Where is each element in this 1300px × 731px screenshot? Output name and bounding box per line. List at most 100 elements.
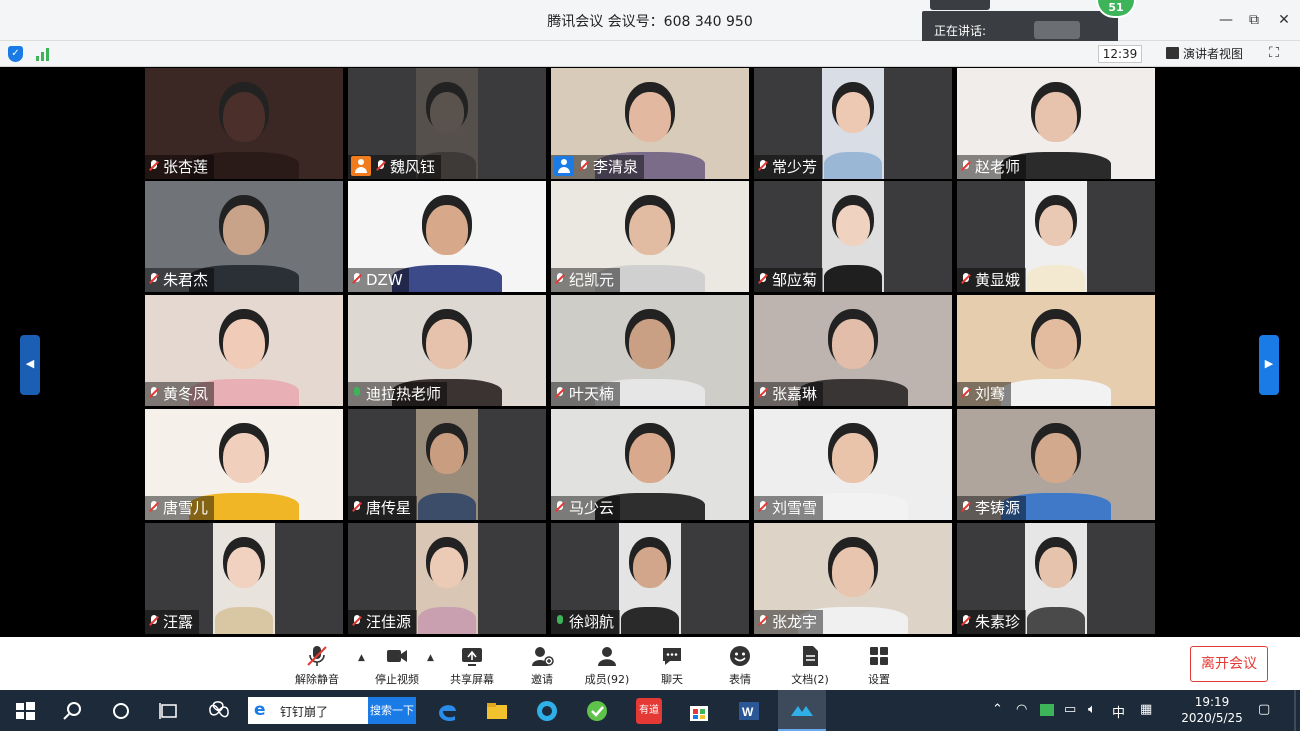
participant-video-tile[interactable]: 魏风钰 [348,68,546,179]
toolbar-mic-muted-button[interactable]: 解除静音 [287,644,347,687]
wifi-icon[interactable]: ◠ [1016,702,1027,717]
toolbar-video-camera-button[interactable]: 停止视频 [367,644,427,687]
participant-video-tile[interactable]: 汪露 [145,523,343,634]
speaker-view-button[interactable]: 演讲者视图 [1160,44,1249,64]
participant-face [632,547,668,588]
toolbar-emoji-button[interactable]: 表情 [710,644,770,687]
participant-video-tile[interactable]: 徐翊航 [551,523,749,634]
next-page-button[interactable]: ▶ [1259,335,1279,395]
taskbar-search-box[interactable]: e 钉钉崩了 搜索一下 [248,697,416,724]
taskbar-clock[interactable]: 19:19 2020/5/25 [1180,694,1244,726]
participant-name: 汪露 [163,613,194,631]
previous-page-button[interactable]: ◀ [20,335,40,395]
active-app-highlight[interactable] [778,690,826,731]
camera-feed [416,523,478,634]
tray-expand-icon[interactable]: ⌃ [992,702,1003,717]
participant-name: 李铸源 [975,499,1021,517]
participant-video-tile[interactable]: 唐雪儿 [145,409,343,520]
participant-video-tile[interactable]: 黄冬凤 [145,295,343,406]
leave-meeting-button[interactable]: 离开会议 [1190,646,1268,682]
participant-video-tile[interactable]: 刘骞 [957,295,1155,406]
minimize-button[interactable]: — [1216,10,1236,30]
participant-video-tile[interactable]: 张龙宇 [754,523,952,634]
participant-video-tile[interactable]: 马少云 [551,409,749,520]
youdao-app-icon[interactable]: 有道 [636,698,662,724]
participant-video-tile[interactable]: 朱素珍 [957,523,1155,634]
store-icon[interactable] [686,698,712,724]
participant-video-tile[interactable]: 张嘉琳 [754,295,952,406]
participant-video-tile[interactable]: DZW [348,181,546,292]
tencent-meeting-active-icon [791,706,813,716]
participant-face [629,205,671,256]
participant-video-tile[interactable]: 纪凯元 [551,181,749,292]
participant-video-tile[interactable]: 李铸源 [957,409,1155,520]
participant-name: 纪凯元 [569,271,615,289]
green-app-icon[interactable] [584,698,610,724]
windows-start-icon[interactable] [12,698,38,724]
signal-strength-icon[interactable] [36,47,52,61]
tencent-meeting-app-icon[interactable] [534,698,560,724]
participant-face [1038,547,1074,588]
participant-video-tile[interactable]: 邹应菊 [754,181,952,292]
toolbar-label: 设置 [868,673,890,686]
participant-name-label: 叶天楠 [551,382,621,406]
restore-button[interactable]: ⧉ [1244,10,1264,30]
battery-icon[interactable]: ▭ [1064,702,1076,717]
toolbar-settings-button[interactable]: 设置 [849,644,909,687]
notification-icon[interactable]: ▢ [1258,702,1270,717]
edge-browser-icon[interactable] [434,698,460,724]
close-button[interactable]: ✕ [1274,10,1294,30]
security-shield-icon[interactable]: ✓ [8,46,23,62]
participant-video-tile[interactable]: 迪拉热老师 [348,295,546,406]
keyboard-grid-icon[interactable]: ▦ [1140,702,1152,717]
toolbar-chat-button[interactable]: 聊天 [642,644,702,687]
search-icon[interactable] [60,698,86,724]
participant-video-tile[interactable]: 赵老师 [957,68,1155,179]
participant-body [823,265,883,292]
task-view-icon[interactable] [156,698,182,724]
participant-face [1038,205,1074,246]
participant-name-label: 赵老师 [957,155,1027,179]
participant-video-tile[interactable]: 常少芳 [754,68,952,179]
participant-video-tile[interactable]: 朱君杰 [145,181,343,292]
participant-video-tile[interactable]: 唐传星 [348,409,546,520]
microphone-on-icon [351,387,363,401]
input-method-indicator[interactable]: 中 [1112,702,1125,721]
participant-video-tile[interactable]: 叶天楠 [551,295,749,406]
participant-name-label: 刘雪雪 [754,496,824,520]
participant-face [223,433,265,484]
participant-video-tile[interactable]: 张杏莲 [145,68,343,179]
microphone-muted-icon [960,387,972,401]
participant-name: 迪拉热老师 [366,385,442,403]
cortana-icon[interactable] [108,698,134,724]
security-tray-icon[interactable] [1040,704,1054,716]
word-app-icon[interactable]: W [736,698,762,724]
participant-video-tile[interactable]: 汪佳源 [348,523,546,634]
taskbar-search-button[interactable]: 搜索一下 [368,697,416,724]
show-desktop-button[interactable] [1294,690,1296,731]
participant-video-tile[interactable]: 刘雪雪 [754,409,952,520]
participant-face [223,205,265,256]
toolbar-document-button[interactable]: 文档(2) [780,644,840,687]
video-options-caret-icon[interactable]: ▲ [427,653,434,663]
toolbar-invite-button[interactable]: 邀请 [512,644,572,687]
participant-body [1026,607,1086,634]
participant-body [620,607,680,634]
toolbar-members-button[interactable]: 成员(92) [577,644,637,687]
fullscreen-icon[interactable]: ⛶ [1266,45,1282,61]
volume-icon[interactable]: 🔈︎ [1088,702,1096,717]
participant-video-tile[interactable]: 黄显娥 [957,181,1155,292]
audio-options-caret-icon[interactable]: ▲ [358,653,365,663]
toolbar-label: 表情 [729,673,751,686]
participant-name: 李清泉 [593,158,639,176]
camera-feed [416,409,478,520]
participant-face [429,92,465,133]
pinwheel-app-icon[interactable] [206,698,232,724]
participant-face [832,547,874,598]
microphone-muted-icon [148,387,160,401]
microphone-on-icon [554,615,566,629]
participant-body [417,493,477,520]
file-explorer-icon[interactable] [484,698,510,724]
participant-video-tile[interactable]: 李清泉 [551,68,749,179]
toolbar-share-screen-button[interactable]: 共享屏幕 [442,644,502,687]
